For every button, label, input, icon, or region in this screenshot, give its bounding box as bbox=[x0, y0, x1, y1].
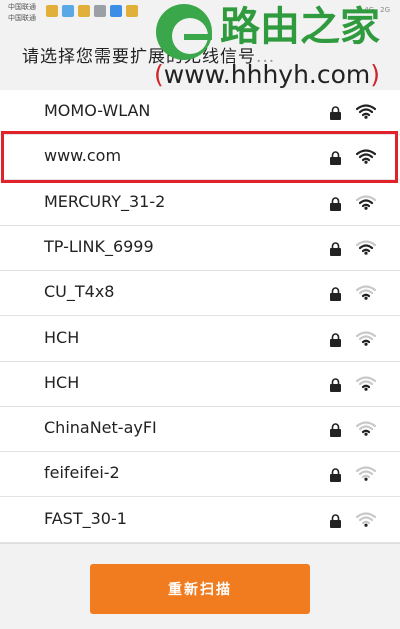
wifi-signal-icon bbox=[356, 376, 376, 391]
wifi-network-item[interactable]: FAST_30-1 bbox=[0, 498, 400, 543]
app-notification-icon bbox=[62, 5, 74, 17]
status-bar: 中国联通 中国联通 4G 2G bbox=[0, 0, 400, 26]
lock-icon bbox=[330, 378, 341, 392]
selection-highlight-box bbox=[1, 131, 398, 183]
wifi-network-ssid: FAST_30-1 bbox=[44, 509, 127, 528]
lock-icon bbox=[330, 197, 341, 211]
carrier-label-1: 中国联通 bbox=[8, 3, 36, 11]
lock-icon bbox=[330, 514, 341, 528]
video-play-icon bbox=[110, 5, 122, 17]
wifi-network-ssid: feifeifei-2 bbox=[44, 463, 120, 482]
wifi-network-ssid: MOMO-WLAN bbox=[44, 101, 151, 120]
wifi-network-item[interactable]: TP-LINK_6999 bbox=[0, 226, 400, 271]
lock-icon bbox=[330, 106, 341, 120]
footer: 重新扫描 bbox=[0, 543, 400, 629]
lock-icon bbox=[330, 423, 341, 437]
page-title: 请选择您需要扩展的无线信号... bbox=[22, 42, 275, 67]
wifi-network-item[interactable]: feifeifei-2 bbox=[0, 452, 400, 497]
wifi-signal-icon bbox=[356, 240, 376, 255]
image-notification-icon bbox=[94, 5, 106, 17]
wifi-network-item[interactable]: ChinaNet-ayFI bbox=[0, 407, 400, 452]
page-title-ellipsis: ... bbox=[256, 47, 276, 67]
notification-icons bbox=[46, 5, 138, 17]
lock-icon bbox=[330, 287, 341, 301]
rescan-button[interactable]: 重新扫描 bbox=[90, 564, 310, 614]
wifi-network-item[interactable]: MERCURY_31-2 bbox=[0, 181, 400, 226]
lock-icon bbox=[330, 242, 341, 256]
carrier-label-2: 中国联通 bbox=[8, 14, 36, 22]
wifi-network-item[interactable]: CU_T4x8 bbox=[0, 271, 400, 316]
wifi-network-ssid: HCH bbox=[44, 328, 80, 347]
wifi-signal-icon bbox=[356, 331, 376, 346]
network-type-2g: 2G bbox=[380, 6, 390, 14]
wifi-network-item[interactable]: HCH bbox=[0, 362, 400, 407]
wifi-signal-icon bbox=[356, 466, 376, 481]
weibo-icon-2 bbox=[78, 5, 90, 17]
wifi-signal-icon bbox=[356, 512, 376, 527]
wifi-signal-icon bbox=[356, 421, 376, 436]
network-type-4g: 4G bbox=[364, 6, 375, 14]
page-header: 请选择您需要扩展的无线信号... bbox=[0, 26, 400, 90]
wifi-network-ssid: MERCURY_31-2 bbox=[44, 192, 166, 211]
wifi-signal-icon bbox=[356, 195, 376, 210]
wifi-network-item[interactable]: MOMO-WLAN bbox=[0, 90, 400, 135]
lock-icon bbox=[330, 468, 341, 482]
lock-icon bbox=[330, 333, 341, 347]
wifi-network-ssid: CU_T4x8 bbox=[44, 282, 115, 301]
wifi-signal-icon bbox=[356, 104, 376, 119]
weibo-icon-3 bbox=[126, 5, 138, 17]
page-title-text: 请选择您需要扩展的无线信号 bbox=[22, 47, 256, 67]
weibo-icon bbox=[46, 5, 58, 17]
wifi-network-ssid: HCH bbox=[44, 373, 80, 392]
wifi-network-ssid: TP-LINK_6999 bbox=[44, 237, 154, 256]
wifi-network-list: MOMO-WLAN www.com MERCURY_31-2 TP-LINK_6999… bbox=[0, 90, 400, 543]
wifi-network-ssid: ChinaNet-ayFI bbox=[44, 418, 157, 437]
wifi-signal-icon bbox=[356, 285, 376, 300]
wifi-network-item[interactable]: HCH bbox=[0, 317, 400, 362]
signal-indicators: 4G 2G bbox=[364, 6, 390, 14]
